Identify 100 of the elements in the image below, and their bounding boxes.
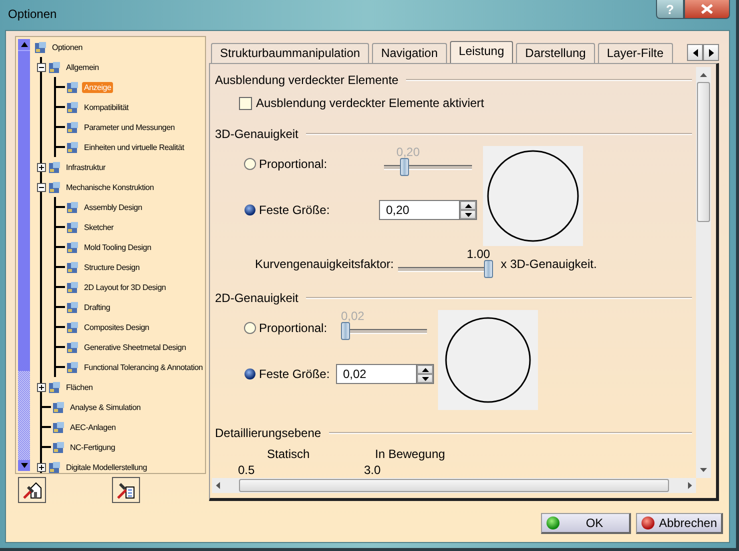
tree-item[interactable]: Generative Sheetmetal Design (82, 342, 188, 352)
module-icon (66, 140, 79, 154)
slider[interactable] (384, 158, 472, 176)
tree-item[interactable]: Mold Tooling Design (82, 242, 154, 252)
scroll-left-button[interactable] (687, 44, 703, 61)
plus-icon[interactable] (37, 162, 46, 172)
decrement-button[interactable] (417, 374, 433, 383)
tree-item[interactable]: AEC-Anlagen (68, 422, 118, 432)
tree-item[interactable]: Parameter und Messungen (82, 122, 177, 132)
module-icon (66, 100, 79, 114)
down-arrow-icon[interactable] (20, 463, 28, 468)
radio-button[interactable] (244, 158, 256, 170)
tab[interactable]: Navigation (372, 43, 447, 63)
module-icon (66, 360, 79, 374)
column-header: Statisch (266, 447, 310, 461)
radio-label: Feste Größe: (259, 367, 330, 381)
slider-value: 0,02 (341, 310, 364, 323)
radio-button[interactable] (244, 368, 256, 380)
decrement-button[interactable] (460, 210, 476, 219)
tree-item[interactable]: Flächen (64, 382, 95, 392)
module-icon (66, 240, 79, 254)
dialog-button[interactable]: Abbrechen (636, 513, 723, 534)
tree-item[interactable]: Drafting (82, 302, 112, 312)
down-arrow-icon (464, 212, 472, 216)
radio-label: Proportional: (259, 157, 328, 171)
module-icon (52, 440, 65, 454)
left-arrow-icon (692, 48, 698, 56)
up-arrow-icon[interactable] (20, 42, 28, 47)
tab[interactable]: Darstellung (516, 43, 595, 63)
tool-button[interactable] (112, 477, 140, 503)
ball-icon (641, 516, 655, 530)
tree-item[interactable]: Digitale Modellerstellung (64, 462, 149, 472)
slider[interactable] (341, 322, 427, 340)
vertical-scrollbar[interactable] (696, 67, 711, 478)
module-icon (48, 180, 61, 194)
tree-item[interactable]: Mechanische Konstruktion (64, 182, 156, 192)
ball-icon (546, 516, 560, 530)
radio-button[interactable] (244, 322, 256, 334)
column-header: In Bewegung (374, 447, 446, 461)
tree-item[interactable]: Optionen (50, 42, 84, 52)
module-icon (48, 460, 61, 473)
down-arrow-icon (422, 376, 428, 380)
increment-button[interactable] (460, 201, 476, 210)
radio-label: Feste Größe: (259, 203, 330, 217)
tree-item[interactable]: Einheiten und virtuelle Realität (82, 142, 186, 152)
module-icon (66, 120, 79, 134)
module-icon (48, 60, 61, 74)
right-arrow-icon[interactable] (687, 482, 693, 489)
tab[interactable]: Leistung (450, 41, 514, 63)
minus-icon[interactable] (37, 182, 46, 192)
slider-value: 0,20 (396, 146, 420, 159)
tree-item[interactable]: Functional Tolerancing & Annotation (82, 362, 205, 372)
tool-button[interactable] (18, 477, 46, 503)
slider-thumb[interactable] (484, 260, 493, 278)
scroll-right-button[interactable] (703, 44, 719, 61)
plus-icon[interactable] (37, 462, 46, 472)
tab[interactable]: Layer-Filte (598, 43, 673, 63)
module-icon (66, 280, 79, 294)
plus-icon[interactable] (37, 382, 46, 392)
tree-item[interactable]: Assembly Design (82, 202, 144, 212)
radio-label: Proportional: (259, 321, 328, 335)
module-icon (52, 420, 65, 434)
radio-button[interactable] (244, 204, 256, 216)
checkbox-label: Ausblendung verdeckter Elemente aktiviert (256, 96, 484, 110)
tree-item[interactable]: 2D Layout for 3D Design (82, 282, 168, 292)
slider[interactable] (398, 260, 493, 278)
module-icon (66, 260, 79, 274)
increment-button[interactable] (417, 365, 433, 374)
left-arrow-icon[interactable] (215, 482, 221, 489)
tree-item[interactable]: Composites Design (82, 322, 152, 332)
up-arrow-icon (464, 204, 472, 208)
section-title: 2D-Genauigkeit (215, 291, 298, 305)
module-icon (66, 340, 79, 354)
close-button[interactable] (684, 0, 730, 19)
tree-item[interactable]: Structure Design (82, 262, 142, 272)
tree-item[interactable]: Sketcher (82, 222, 116, 232)
tree-item[interactable]: Analyse & Simulation (68, 402, 143, 412)
detail-value: 0.5 (238, 463, 255, 477)
module-icon (66, 80, 79, 94)
tree-item[interactable]: NC-Fertigung (68, 442, 118, 452)
minus-icon[interactable] (37, 62, 46, 72)
up-arrow-icon[interactable] (700, 72, 707, 78)
slider-value: 1.00 (466, 248, 490, 261)
horizontal-scrollbar[interactable] (212, 478, 696, 493)
down-arrow-icon[interactable] (700, 467, 707, 473)
section-title: Ausblendung verdeckter Elemente (215, 73, 398, 87)
checkbox[interactable] (239, 96, 252, 110)
module-icon (48, 380, 61, 394)
tab[interactable]: Strukturbaummanipulation (211, 43, 370, 63)
dialog-button[interactable]: OK (541, 513, 631, 534)
number-field[interactable]: 0,02 (336, 364, 416, 384)
tree-item[interactable]: Infrastruktur (64, 162, 108, 172)
tree-item[interactable]: Allgemein (64, 62, 101, 72)
section-title: Detaillierungsebene (215, 426, 322, 440)
tree-item[interactable]: Kompatibilität (82, 102, 131, 112)
section-title: 3D-Genauigkeit (215, 127, 298, 141)
module-icon (48, 160, 61, 174)
field-label: x 3D-Genauigkeit. (500, 256, 597, 273)
number-field[interactable]: 0,20 (379, 200, 459, 220)
tree-scrollbar[interactable] (18, 39, 30, 471)
